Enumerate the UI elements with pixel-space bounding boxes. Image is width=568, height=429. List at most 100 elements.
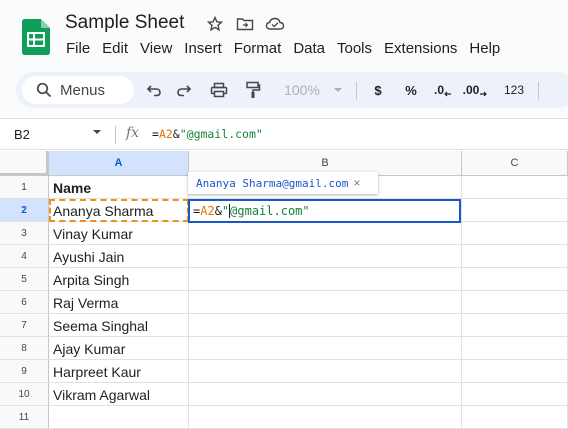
cell-b6[interactable] xyxy=(189,291,462,313)
sheets-logo-icon[interactable] xyxy=(22,19,50,55)
row-header-2[interactable]: 2 xyxy=(0,199,49,222)
menu-extensions[interactable]: Extensions xyxy=(384,40,457,57)
cloud-status-icon[interactable] xyxy=(265,14,285,34)
paint-format-button[interactable] xyxy=(242,80,264,100)
table-row: Raj Verma xyxy=(49,291,568,314)
menu-view[interactable]: View xyxy=(140,40,172,57)
cell-b7[interactable] xyxy=(189,314,462,336)
row-header-9[interactable]: 9 xyxy=(0,360,49,383)
decrease-decimal-label: .0 xyxy=(433,83,444,97)
cell-a11[interactable] xyxy=(49,406,189,428)
cell-c4[interactable] xyxy=(462,245,568,267)
decrease-decimal-button[interactable]: .0 xyxy=(430,80,456,100)
menu-help[interactable]: Help xyxy=(469,40,500,57)
cell-a6[interactable]: Raj Verma xyxy=(49,291,189,313)
undo-button[interactable] xyxy=(144,80,164,100)
cell-a3[interactable]: Vinay Kumar xyxy=(49,222,189,244)
redo-button[interactable] xyxy=(174,80,194,100)
number-format-label: 123 xyxy=(503,83,525,97)
row-header-10[interactable]: 10 xyxy=(0,383,49,406)
cell-c6[interactable] xyxy=(462,291,568,313)
cell-c7[interactable] xyxy=(462,314,568,336)
select-all-corner[interactable] xyxy=(0,151,49,176)
arrow-left-icon xyxy=(444,91,451,97)
cell-a8[interactable]: Ajay Kumar xyxy=(49,337,189,359)
menu-format[interactable]: Format xyxy=(234,40,282,57)
cell-a2[interactable]: Ananya Sharma xyxy=(49,199,189,221)
row-header-5[interactable]: 5 xyxy=(0,268,49,291)
cell-a5[interactable]: Arpita Singh xyxy=(49,268,189,290)
formula-result-preview: Ananya Sharma@gmail.com × xyxy=(188,172,378,194)
undo-icon xyxy=(146,85,161,97)
menu-data[interactable]: Data xyxy=(293,40,325,57)
cell-c8[interactable] xyxy=(462,337,568,359)
cell-b3[interactable] xyxy=(189,222,462,244)
column-header-c[interactable]: C xyxy=(462,151,568,176)
increase-decimal-button[interactable]: .00 xyxy=(460,80,490,100)
menu-tools[interactable]: Tools xyxy=(337,40,372,57)
cell-c5[interactable] xyxy=(462,268,568,290)
column-header-a[interactable]: A xyxy=(49,151,189,176)
row-header-4[interactable]: 4 xyxy=(0,245,49,268)
cell-c3[interactable] xyxy=(462,222,568,244)
toolbar-area: Menus 100% $ % .0 .00 123 xyxy=(0,66,568,116)
app-header: Sample Sheet File Edit View Insert Forma… xyxy=(0,0,568,66)
formula-equals: = xyxy=(152,127,159,141)
cell-b10[interactable] xyxy=(189,383,462,405)
cell-c1[interactable] xyxy=(462,176,568,198)
document-title[interactable]: Sample Sheet xyxy=(65,12,184,34)
formula-reference: A2 xyxy=(158,127,173,141)
menu-edit[interactable]: Edit xyxy=(102,40,128,57)
cell-editor-b2[interactable]: = A2 & " @gmail.com" xyxy=(188,199,461,223)
toolbar-divider xyxy=(538,82,539,100)
redo-icon xyxy=(177,85,192,97)
cell-b4[interactable] xyxy=(189,245,462,267)
row-header-3[interactable]: 3 xyxy=(0,222,49,245)
cell-a1[interactable]: Name xyxy=(49,176,189,198)
row-header-7[interactable]: 7 xyxy=(0,314,49,337)
toolbar: Menus 100% $ % .0 .00 123 xyxy=(16,72,568,108)
menu-insert[interactable]: Insert xyxy=(184,40,222,57)
fx-icon: fx xyxy=(126,125,140,141)
print-icon xyxy=(210,82,228,98)
zoom-value: 100% xyxy=(284,82,320,98)
row-header-11[interactable]: 11 xyxy=(0,406,49,429)
cell-b9[interactable] xyxy=(189,360,462,382)
cell-a10[interactable]: Vikram Agarwal xyxy=(49,383,189,405)
cell-c2[interactable] xyxy=(462,199,568,221)
table-row xyxy=(49,406,568,429)
zoom-select[interactable]: 100% xyxy=(278,80,326,100)
cell-c9[interactable] xyxy=(462,360,568,382)
cell-c11[interactable] xyxy=(462,406,568,428)
row-header-6[interactable]: 6 xyxy=(0,291,49,314)
close-preview-icon[interactable]: × xyxy=(353,176,360,190)
cell-a4[interactable]: Ayushi Jain xyxy=(49,245,189,267)
formula-string: "@gmail.com" xyxy=(179,127,263,141)
search-menus-button[interactable]: Menus xyxy=(22,76,134,104)
increase-decimal-label: .00 xyxy=(462,83,480,97)
cell-c10[interactable] xyxy=(462,383,568,405)
more-formats-button[interactable]: 123 xyxy=(500,80,528,100)
row-header-1[interactable]: 1 xyxy=(0,176,49,199)
cell-a9[interactable]: Harpreet Kaur xyxy=(49,360,189,382)
zoom-dropdown[interactable] xyxy=(331,80,345,100)
cell-b11[interactable] xyxy=(189,406,462,428)
cell-b5[interactable] xyxy=(189,268,462,290)
menu-file[interactable]: File xyxy=(66,40,90,57)
currency-format-button[interactable]: $ xyxy=(368,80,388,100)
percent-format-button[interactable]: % xyxy=(400,80,422,100)
print-button[interactable] xyxy=(208,80,230,100)
table-row: Vinay Kumar xyxy=(49,222,568,245)
cell-a7[interactable]: Seema Singhal xyxy=(49,314,189,336)
percent-label: % xyxy=(405,82,417,98)
name-box-dropdown-icon[interactable] xyxy=(92,129,102,135)
editor-string-open: " xyxy=(221,204,230,218)
formula-input[interactable]: =A2&"@gmail.com" xyxy=(152,127,263,141)
formula-operator: & xyxy=(172,127,180,141)
name-box[interactable]: B2 xyxy=(14,127,30,142)
row-header-8[interactable]: 8 xyxy=(0,337,49,360)
star-icon[interactable] xyxy=(205,14,225,34)
move-folder-icon[interactable] xyxy=(235,14,255,34)
cell-b8[interactable] xyxy=(189,337,462,359)
formula-divider xyxy=(115,126,116,144)
